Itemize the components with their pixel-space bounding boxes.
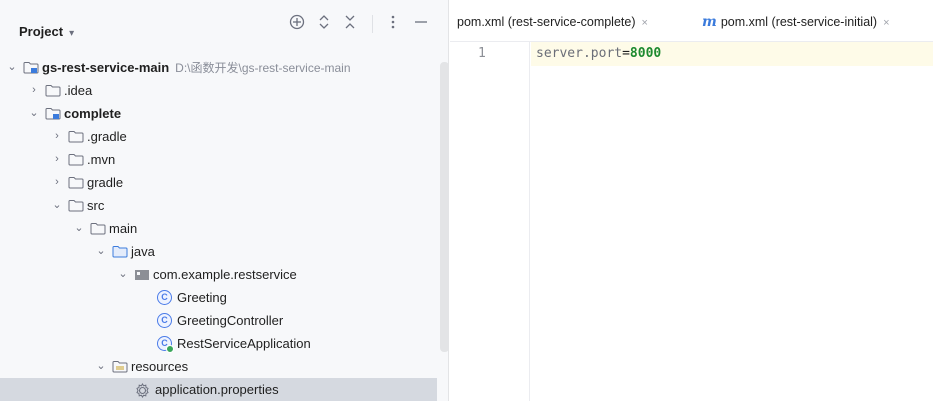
maven-icon: m bbox=[702, 14, 717, 30]
tree-item-java[interactable]: ⌄ java bbox=[0, 240, 448, 263]
tree-item-src[interactable]: ⌄ src bbox=[0, 194, 448, 217]
code-line-current[interactable]: server.port=8000 bbox=[531, 42, 933, 66]
chevron-right-icon[interactable]: › bbox=[51, 171, 63, 194]
line-number: 1 bbox=[478, 46, 486, 61]
folder-icon bbox=[45, 84, 61, 97]
tree-item-class-rest-service-application[interactable]: C RestServiceApplication bbox=[0, 332, 448, 355]
tree-item-label: gs-rest-service-main D:\函数开发\gs-rest-serv… bbox=[42, 60, 351, 75]
target-icon[interactable] bbox=[289, 14, 305, 36]
source-folder-icon bbox=[112, 245, 128, 258]
chevron-down-icon[interactable]: ⌄ bbox=[95, 240, 107, 263]
run-marker-icon bbox=[166, 345, 174, 353]
minimize-icon[interactable] bbox=[414, 14, 428, 36]
tree-item-idea[interactable]: › .idea bbox=[0, 79, 448, 102]
package-icon bbox=[134, 268, 150, 281]
tree-item-label: .gradle bbox=[87, 129, 127, 144]
close-icon[interactable]: × bbox=[642, 17, 648, 29]
chevron-right-icon[interactable]: › bbox=[28, 79, 40, 102]
folder-icon bbox=[68, 199, 84, 212]
resources-folder-icon bbox=[112, 360, 128, 373]
tree-item-root[interactable]: ⌄ gs-rest-service-main D:\函数开发\gs-rest-se… bbox=[0, 56, 448, 79]
chevron-down-icon[interactable]: ⌄ bbox=[95, 355, 107, 378]
project-panel: Project ▾ ⌄ gs-rest-service-main D:\函数开发\g… bbox=[0, 0, 449, 401]
class-icon: C bbox=[157, 290, 172, 305]
chevron-right-icon[interactable]: › bbox=[51, 148, 63, 171]
tree-item-complete[interactable]: ⌄ complete bbox=[0, 102, 448, 125]
tree-item-label: .mvn bbox=[87, 152, 116, 167]
tree-item-label: com.example.restservice bbox=[153, 267, 297, 282]
tree-item-label: GreetingController bbox=[177, 313, 284, 328]
project-view-selector[interactable]: Project ▾ bbox=[19, 24, 74, 39]
module-folder-icon bbox=[23, 61, 39, 74]
tree-scrollbar-thumb[interactable] bbox=[440, 62, 448, 352]
tree-item-package[interactable]: ⌄ com.example.restservice bbox=[0, 263, 448, 286]
tab-label: pom.xml (rest-service-initial) bbox=[720, 15, 878, 29]
class-icon: C bbox=[157, 313, 172, 328]
project-panel-header: Project ▾ bbox=[0, 0, 448, 54]
tab-label: pom.xml (rest-service-complete) bbox=[457, 15, 636, 29]
editor-area: pom.xml (rest-service-complete) × m pom.xm… bbox=[450, 0, 933, 401]
tree-item-label: .idea bbox=[64, 83, 93, 98]
tree-item-label: src bbox=[87, 198, 105, 213]
tree-item-gradle[interactable]: › gradle bbox=[0, 171, 448, 194]
editor-tabbar: pom.xml (rest-service-complete) × m pom.xm… bbox=[450, 0, 933, 42]
tree-item-label: application.properties bbox=[155, 382, 279, 397]
property-value: 8000 bbox=[629, 46, 662, 61]
tree-item-class-greeting-controller[interactable]: C GreetingController bbox=[0, 309, 448, 332]
tab-pom-initial[interactable]: m pom.xml (rest-service-initial) × bbox=[702, 12, 890, 32]
tree-item-label: java bbox=[131, 244, 155, 259]
tree-item-label: main bbox=[109, 221, 138, 236]
folder-icon bbox=[90, 222, 106, 235]
tree-item-label: complete bbox=[64, 106, 122, 121]
close-icon[interactable]: × bbox=[883, 17, 889, 29]
expand-collapse-icon[interactable] bbox=[318, 14, 330, 36]
chevron-down-icon[interactable]: ⌄ bbox=[51, 194, 63, 217]
tree-item-label: gradle bbox=[87, 175, 124, 190]
project-tree: ⌄ gs-rest-service-main D:\函数开发\gs-rest-se… bbox=[0, 56, 448, 401]
tree-item-application-properties[interactable]: application.properties bbox=[0, 378, 437, 401]
header-divider bbox=[372, 15, 373, 33]
tree-item-dot-gradle[interactable]: › .gradle bbox=[0, 125, 448, 148]
chevron-down-icon[interactable]: ⌄ bbox=[117, 263, 129, 286]
tree-item-label: RestServiceApplication bbox=[177, 336, 311, 351]
property-key: server.port bbox=[536, 46, 623, 61]
tree-item-label: Greeting bbox=[177, 290, 227, 305]
folder-icon bbox=[68, 130, 84, 143]
tree-item-resources[interactable]: ⌄ resources bbox=[0, 355, 448, 378]
tab-pom-complete[interactable]: pom.xml (rest-service-complete) × bbox=[457, 12, 648, 32]
properties-file-icon bbox=[135, 382, 150, 398]
module-folder-icon bbox=[45, 107, 61, 120]
chevron-down-icon[interactable]: ⌄ bbox=[28, 102, 40, 125]
chevron-right-icon[interactable]: › bbox=[51, 125, 63, 148]
tree-item-class-greeting[interactable]: C Greeting bbox=[0, 286, 448, 309]
project-title: Project bbox=[19, 24, 64, 39]
project-path: D:\函数开发\gs-rest-service-main bbox=[175, 61, 351, 75]
folder-icon bbox=[68, 176, 84, 189]
tree-item-label: resources bbox=[131, 359, 189, 374]
chevron-down-icon: ▾ bbox=[69, 28, 75, 39]
property-separator: = bbox=[622, 46, 630, 61]
chevron-down-icon[interactable]: ⌄ bbox=[6, 56, 18, 79]
tree-item-main[interactable]: ⌄ main bbox=[0, 217, 448, 240]
options-icon[interactable] bbox=[390, 14, 396, 36]
code-text[interactable]: server.port=8000 bbox=[536, 46, 661, 61]
chevron-down-icon[interactable]: ⌄ bbox=[73, 217, 85, 240]
tree-item-mvn[interactable]: › .mvn bbox=[0, 148, 448, 171]
folder-icon bbox=[68, 153, 84, 166]
collapse-all-icon[interactable] bbox=[344, 14, 356, 36]
line-gutter: 1 bbox=[450, 42, 530, 401]
